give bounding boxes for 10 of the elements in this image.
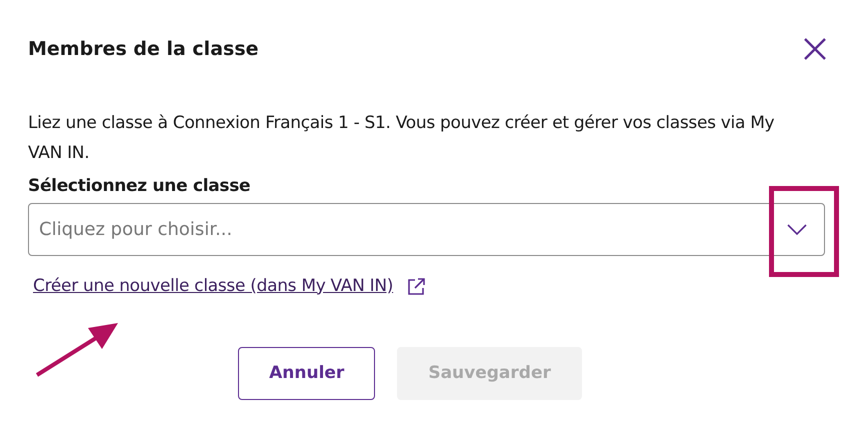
close-button[interactable] xyxy=(802,36,828,62)
cancel-button[interactable]: Annuler xyxy=(238,347,376,400)
close-icon xyxy=(803,37,827,61)
class-select[interactable]: Cliquez pour choisir... xyxy=(28,202,825,256)
description-text: Liez une classe à Connexion Français 1 - S1. Vous pouvez créer et gérer vos classes via My VAN IN. xyxy=(28,112,776,165)
create-class-link[interactable]: Créer une nouvelle classe (dans My VAN IN) xyxy=(33,274,394,299)
external-link-icon xyxy=(407,276,426,296)
chevron-down-icon xyxy=(787,224,807,236)
dialog-title: Membres de la classe xyxy=(28,38,259,60)
select-label: Sélectionnez une classe xyxy=(28,175,252,198)
